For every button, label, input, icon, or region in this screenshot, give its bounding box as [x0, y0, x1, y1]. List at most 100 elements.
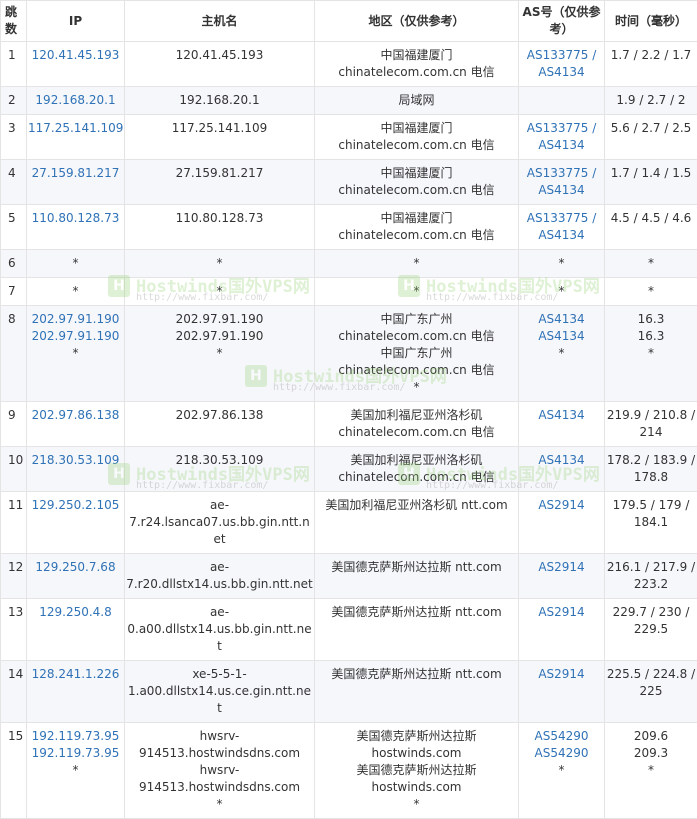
time-cell: 229.7 / 230 / 229.5 [605, 599, 697, 661]
hostname-cell: ae-7.r24.lsanca07.us.bb.gin.ntt.net [125, 492, 315, 554]
time-text: * [606, 255, 696, 272]
region-cell: 美国德克萨斯州达拉斯hostwinds.com美国德克萨斯州达拉斯hostwin… [315, 723, 519, 819]
region-text: 中国广东广州 [316, 345, 517, 362]
time-cell: * [605, 278, 697, 306]
as-cell: AS2914 [519, 492, 605, 554]
region-cell: 局域网 [315, 87, 519, 115]
ip-link[interactable]: 192.168.20.1 [28, 92, 123, 109]
time-text: * [606, 345, 696, 362]
hostname-text: ae-7.r24.lsanca07.us.bb.gin.ntt.net [126, 497, 313, 548]
region-text: chinatelecom.com.cn 电信 [316, 227, 517, 244]
ip-link[interactable]: 128.241.1.226 [28, 666, 123, 683]
time-text: 5.6 / 2.7 / 2.5 [606, 120, 696, 137]
ip-link[interactable]: 117.25.141.109 [28, 120, 123, 137]
region-cell: 中国福建厦门chinatelecom.com.cn 电信 [315, 115, 519, 160]
ip-link[interactable]: 129.250.2.105 [28, 497, 123, 514]
as-link[interactable]: AS54290 [520, 728, 603, 745]
hostname-text: * [126, 255, 313, 272]
as-cell [519, 87, 605, 115]
region-cell: 美国加利福尼亚州洛杉矶chinatelecom.com.cn 电信 [315, 447, 519, 492]
region-cell: 美国加利福尼亚州洛杉矶chinatelecom.com.cn 电信 [315, 402, 519, 447]
ip-link[interactable]: 129.250.7.68 [28, 559, 123, 576]
hop-number: 7 [1, 278, 27, 306]
hostname-text: 120.41.45.193 [126, 47, 313, 64]
region-cell: 美国德克萨斯州达拉斯 ntt.com [315, 554, 519, 599]
as-link[interactable]: AS133775 / AS4134 [520, 210, 603, 244]
time-text: 16.3 [606, 311, 696, 328]
as-link[interactable]: AS133775 / AS4134 [520, 47, 603, 81]
as-link[interactable]: AS2914 [520, 666, 603, 683]
ip-link[interactable]: 218.30.53.109 [28, 452, 123, 469]
hostname-cell: 27.159.81.217 [125, 160, 315, 205]
hop-number: 11 [1, 492, 27, 554]
ip-link[interactable]: 120.41.45.193 [28, 47, 123, 64]
ip-link[interactable]: 202.97.91.190 [28, 311, 123, 328]
region-cell: 美国加利福尼亚州洛杉矶 ntt.com [315, 492, 519, 554]
as-link[interactable]: AS4134 [520, 328, 603, 345]
region-cell: 中国广东广州chinatelecom.com.cn 电信中国广东广州chinat… [315, 306, 519, 402]
region-text: 美国德克萨斯州达拉斯 [316, 762, 517, 779]
as-link[interactable]: AS4134 [520, 452, 603, 469]
time-text: * [606, 762, 696, 779]
ip-cell: 202.97.86.138 [27, 402, 125, 447]
region-text: chinatelecom.com.cn 电信 [316, 64, 517, 81]
ip-link[interactable]: 192.119.73.95 [28, 745, 123, 762]
ip-cell: 192.168.20.1 [27, 87, 125, 115]
table-row: 10218.30.53.109218.30.53.109美国加利福尼亚州洛杉矶c… [1, 447, 697, 492]
hop-number: 4 [1, 160, 27, 205]
ip-link[interactable]: 202.97.86.138 [28, 407, 123, 424]
time-text: 225.5 / 224.8 / 225 [606, 666, 696, 700]
header-ip: IP [27, 1, 125, 42]
header-time: 时间（毫秒） [605, 1, 697, 42]
as-link: * [520, 345, 603, 362]
ip-link[interactable]: 27.159.81.217 [28, 165, 123, 182]
as-link[interactable]: AS133775 / AS4134 [520, 165, 603, 199]
ip-cell: 218.30.53.109 [27, 447, 125, 492]
table-row: 11129.250.2.105ae-7.r24.lsanca07.us.bb.g… [1, 492, 697, 554]
hop-number: 3 [1, 115, 27, 160]
region-text: hostwinds.com [316, 779, 517, 796]
hostname-cell: xe-5-5-1-1.a00.dllstx14.us.ce.gin.ntt.ne… [125, 661, 315, 723]
region-text: 局域网 [316, 92, 517, 109]
as-link[interactable]: AS2914 [520, 497, 603, 514]
ip-link[interactable]: 192.119.73.95 [28, 728, 123, 745]
as-link[interactable]: AS2914 [520, 604, 603, 621]
region-text: chinatelecom.com.cn 电信 [316, 424, 517, 441]
as-link: * [520, 255, 603, 272]
table-row: 8202.97.91.190202.97.91.190*202.97.91.19… [1, 306, 697, 402]
region-text: 美国德克萨斯州达拉斯 ntt.com [316, 666, 517, 683]
hostname-text: * [126, 283, 313, 300]
as-link[interactable]: AS54290 [520, 745, 603, 762]
traceroute-body: 1120.41.45.193120.41.45.193中国福建厦门chinate… [1, 42, 697, 819]
time-cell: 1.7 / 2.2 / 1.7 [605, 42, 697, 87]
ip-link[interactable]: 202.97.91.190 [28, 328, 123, 345]
hop-number: 14 [1, 661, 27, 723]
region-cell: 中国福建厦门chinatelecom.com.cn 电信 [315, 160, 519, 205]
time-text: 1.9 / 2.7 / 2 [606, 92, 696, 109]
as-link[interactable]: AS4134 [520, 407, 603, 424]
as-link[interactable]: AS4134 [520, 311, 603, 328]
as-cell: AS4134 [519, 402, 605, 447]
hostname-text: 27.159.81.217 [126, 165, 313, 182]
ip-link: * [28, 345, 123, 362]
time-cell: 219.9 / 210.8 / 214 [605, 402, 697, 447]
as-link[interactable]: AS2914 [520, 559, 603, 576]
hostname-text: 192.168.20.1 [126, 92, 313, 109]
ip-link[interactable]: 129.250.4.8 [28, 604, 123, 621]
table-row: 14128.241.1.226xe-5-5-1-1.a00.dllstx14.u… [1, 661, 697, 723]
as-link[interactable]: AS133775 / AS4134 [520, 120, 603, 154]
ip-cell: 110.80.128.73 [27, 205, 125, 250]
ip-link[interactable]: 110.80.128.73 [28, 210, 123, 227]
region-text: chinatelecom.com.cn 电信 [316, 137, 517, 154]
hop-number: 15 [1, 723, 27, 819]
time-cell: 216.1 / 217.9 / 223.2 [605, 554, 697, 599]
time-text: 179.5 / 179 / 184.1 [606, 497, 696, 531]
as-cell: AS133775 / AS4134 [519, 42, 605, 87]
region-text: 中国福建厦门 [316, 47, 517, 64]
region-cell: 中国福建厦门chinatelecom.com.cn 电信 [315, 205, 519, 250]
ip-cell: 129.250.7.68 [27, 554, 125, 599]
traceroute-table: 跳数 IP 主机名 地区（仅供参考） AS号（仅供参考） 时间（毫秒） 1120… [0, 0, 697, 819]
region-text: * [316, 255, 517, 272]
region-cell: 美国德克萨斯州达拉斯 ntt.com [315, 661, 519, 723]
ip-cell: 120.41.45.193 [27, 42, 125, 87]
